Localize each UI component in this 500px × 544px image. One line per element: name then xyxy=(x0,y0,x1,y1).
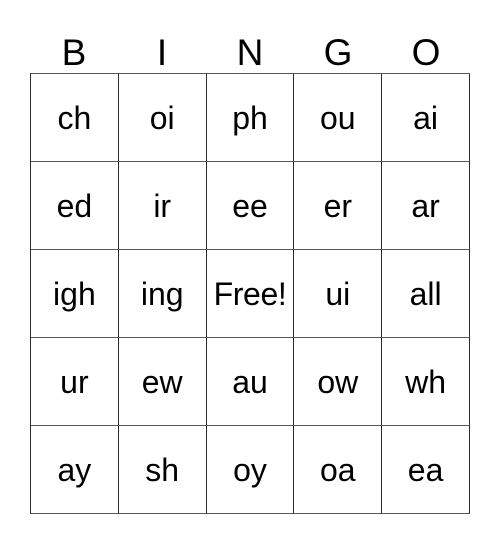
bingo-cell[interactable]: ch xyxy=(31,74,119,162)
bingo-grid: ch oi ph ou ai ed ir ee er ar igh ing Fr… xyxy=(30,73,470,514)
bingo-cell[interactable]: ai xyxy=(382,74,470,162)
bingo-cell[interactable]: ea xyxy=(382,426,470,514)
bingo-cell[interactable]: sh xyxy=(118,426,207,514)
bingo-cell[interactable]: ay xyxy=(31,426,119,514)
bingo-row: ur ew au ow wh xyxy=(31,338,470,426)
bingo-header-n: N xyxy=(236,32,264,73)
bingo-cell[interactable]: ph xyxy=(206,74,295,162)
bingo-header-g: G xyxy=(323,32,353,73)
bingo-row: ay sh oy oa ea xyxy=(31,426,470,514)
bingo-cell[interactable]: oy xyxy=(206,426,295,514)
bingo-cell[interactable]: ing xyxy=(118,250,207,338)
bingo-card: B I N G O ch oi ph ou ai ed ir ee er ar … xyxy=(0,0,500,544)
bingo-cell[interactable]: er xyxy=(294,162,383,250)
bingo-header-b: B xyxy=(61,32,87,73)
bingo-free-space[interactable]: Free! xyxy=(206,250,295,338)
bingo-cell[interactable]: ew xyxy=(118,338,207,426)
bingo-header-o: O xyxy=(411,32,441,73)
bingo-row: ch oi ph ou ai xyxy=(31,74,470,162)
bingo-cell[interactable]: all xyxy=(382,250,470,338)
bingo-cell[interactable]: oa xyxy=(294,426,383,514)
bingo-cell[interactable]: ee xyxy=(206,162,295,250)
bingo-cell[interactable]: ou xyxy=(294,74,383,162)
bingo-cell[interactable]: ui xyxy=(294,250,383,338)
bingo-cell[interactable]: oi xyxy=(118,74,207,162)
bingo-cell[interactable]: wh xyxy=(382,338,470,426)
bingo-header-i: I xyxy=(156,32,168,73)
bingo-row: igh ing Free! ui all xyxy=(31,250,470,338)
bingo-cell[interactable]: igh xyxy=(31,250,119,338)
bingo-cell[interactable]: ir xyxy=(118,162,207,250)
bingo-cell[interactable]: ar xyxy=(382,162,470,250)
bingo-row: ed ir ee er ar xyxy=(31,162,470,250)
bingo-cell[interactable]: ow xyxy=(294,338,383,426)
bingo-cell[interactable]: au xyxy=(206,338,295,426)
bingo-header-row: B I N G O xyxy=(30,22,470,73)
bingo-cell[interactable]: ur xyxy=(31,338,119,426)
bingo-cell[interactable]: ed xyxy=(31,162,119,250)
